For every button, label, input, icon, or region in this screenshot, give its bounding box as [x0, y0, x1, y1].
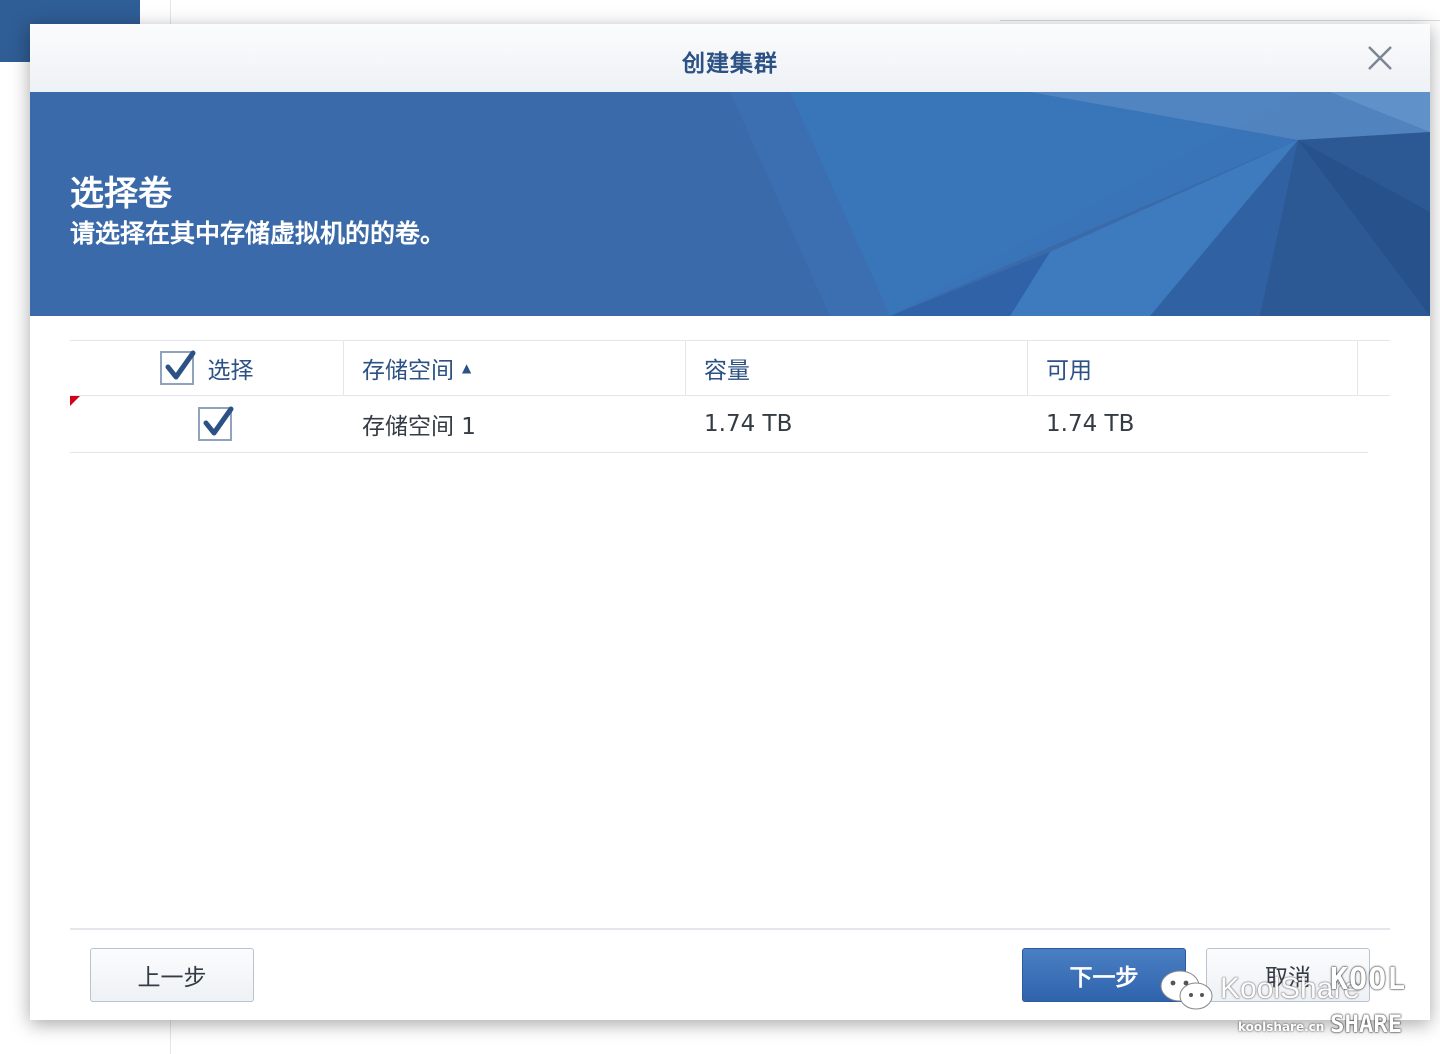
step-banner: 选择卷 请选择在其中存储虚拟机的的卷。: [30, 92, 1430, 316]
cell-available: 1.74 TB: [1046, 411, 1135, 437]
column-label-available: 可用: [1046, 358, 1092, 384]
column-header-capacity[interactable]: 容量: [686, 341, 1028, 395]
column-label-capacity: 容量: [704, 358, 750, 384]
column-header-select[interactable]: 选择: [70, 341, 344, 395]
watermark-url: koolshare.cn: [1238, 1020, 1325, 1034]
column-label-select: 选择: [207, 358, 254, 384]
check-icon: [165, 350, 195, 380]
row-checkbox[interactable]: [198, 406, 234, 441]
back-button[interactable]: 上一步: [90, 948, 254, 1002]
cancel-button[interactable]: 取消: [1206, 948, 1370, 1002]
cell-volume: 存储空间 1: [362, 414, 476, 440]
dialog-title: 创建集群: [682, 51, 778, 77]
banner-background-pattern: [730, 92, 1430, 316]
banner-heading: 选择卷: [70, 174, 172, 214]
background-divider: [1000, 20, 1440, 21]
row-select-cell[interactable]: [70, 396, 360, 452]
sort-ascending-icon: ▲: [462, 361, 472, 375]
table-row[interactable]: 存储空间 1 1.74 TB 1.74 TB: [70, 396, 1368, 453]
grid-header: 选择 存储空间 ▲ 容量 可用: [70, 340, 1390, 396]
column-label-volume: 存储空间: [362, 358, 454, 384]
column-header-volume[interactable]: 存储空间 ▲: [344, 341, 686, 395]
close-icon: [1368, 46, 1392, 70]
column-header-available[interactable]: 可用: [1028, 341, 1358, 395]
select-all-checkbox[interactable]: [159, 350, 195, 385]
banner-subheading: 请选择在其中存储虚拟机的的卷。: [70, 219, 446, 248]
footer-divider: [70, 928, 1390, 930]
background-app: [0, 0, 1440, 20]
cell-capacity: 1.74 TB: [704, 411, 793, 437]
close-button[interactable]: [1366, 44, 1394, 72]
dialog-titlebar: 创建集群: [30, 24, 1430, 93]
create-cluster-dialog: 创建集群 选择卷 请选择在其中存储虚拟机的的卷。 选择 存储空间 ▲ 容量 可用…: [30, 24, 1430, 1020]
next-button[interactable]: 下一步: [1022, 948, 1186, 1002]
check-icon: [203, 406, 234, 436]
volume-grid: 选择 存储空间 ▲ 容量 可用 存储空间 1 1.74 TB 1.74 TB: [70, 340, 1390, 453]
